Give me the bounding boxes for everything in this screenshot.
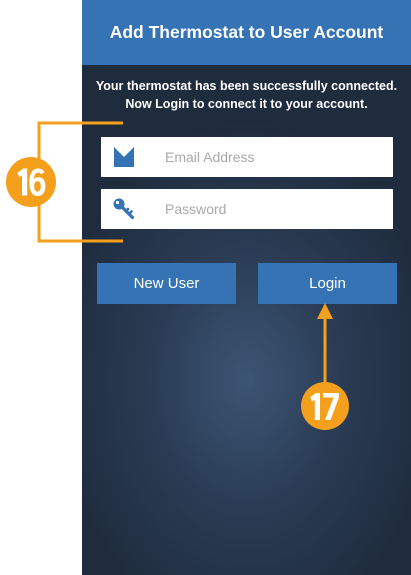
callout-16-badge — [6, 157, 56, 207]
callout-overlay — [6, 121, 349, 430]
login-pointer-arrowhead — [317, 303, 333, 319]
callout-17-badge — [301, 382, 349, 430]
